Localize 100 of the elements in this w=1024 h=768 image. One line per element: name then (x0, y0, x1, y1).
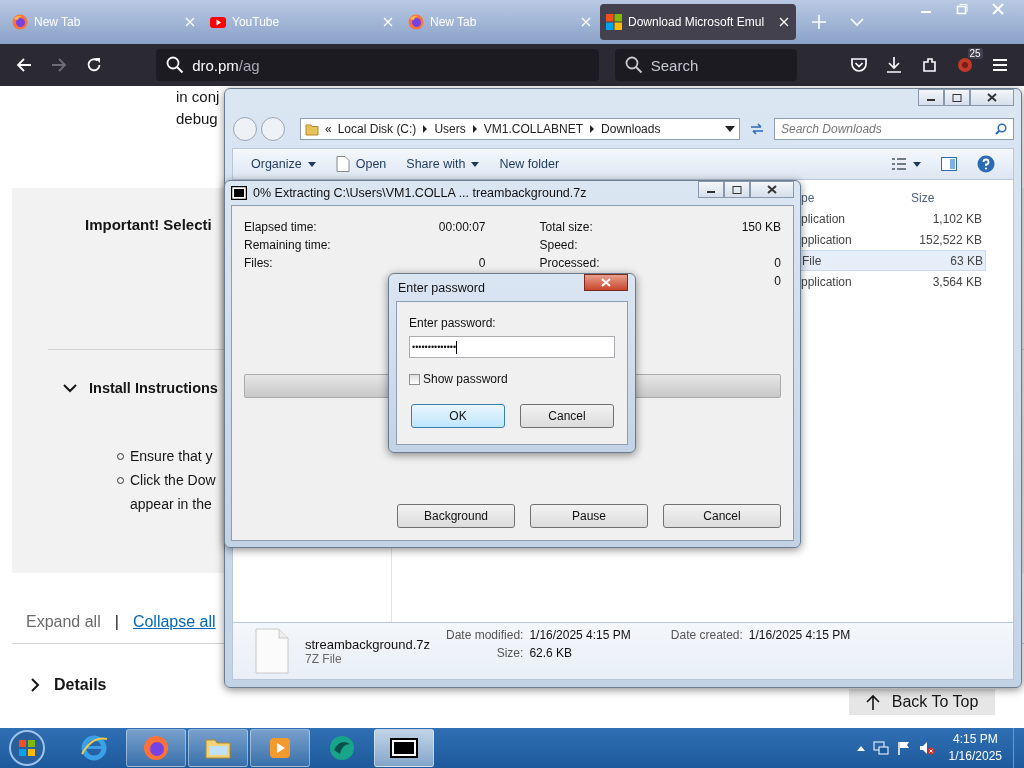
refresh-icon[interactable] (748, 121, 766, 137)
paragraph-text: in conj (176, 88, 220, 105)
dropdown-icon[interactable] (725, 126, 735, 132)
search-field[interactable]: Search Downloads (774, 118, 1014, 140)
list-text: Ensure that y (130, 447, 213, 466)
stat-value: 0 (774, 274, 781, 288)
list-text: Click the Dow (130, 471, 216, 490)
taskbar-button[interactable] (374, 729, 434, 767)
url-text: dro.pm/ag (192, 56, 260, 74)
stat-label: Total size: (539, 220, 593, 234)
file-icon (255, 628, 289, 674)
back-arrow-icon[interactable] (14, 56, 33, 74)
close-button[interactable] (970, 89, 1014, 106)
dialog-button[interactable]: Cancel (663, 504, 781, 528)
browser-e-icon (80, 734, 108, 762)
help-icon[interactable] (977, 155, 995, 173)
pocket-icon[interactable] (849, 56, 868, 74)
search-icon (624, 56, 643, 74)
close-icon[interactable] (778, 16, 790, 28)
breadcrumb-item[interactable]: Downloads (601, 122, 661, 136)
back-to-top-button[interactable]: Back To Top (849, 689, 995, 715)
search-icon (166, 56, 185, 74)
file-type: 7Z File (305, 651, 342, 666)
swirl-logo-icon (328, 734, 356, 762)
list-view-icon (891, 157, 907, 171)
stat-value: 00:00:07 (438, 220, 486, 234)
firefox-icon (12, 14, 28, 30)
collapse-all-link[interactable]: Collapse all (132, 613, 216, 631)
view-options-button[interactable] (891, 157, 921, 171)
dialog-button[interactable]: Background (397, 504, 515, 528)
chevron-up-icon[interactable] (856, 745, 865, 751)
search-icon (995, 123, 1007, 135)
breadcrumb-arrow-icon[interactable] (422, 125, 429, 133)
dropdown-icon (471, 161, 480, 167)
minimize-button[interactable] (698, 181, 724, 198)
dialog-button[interactable]: Cancel (520, 404, 614, 428)
field-value: 1/16/2025 4:15 PM (748, 628, 851, 642)
address-bar[interactable]: « Local Disk (C:) Users VM1.COLLABNET Downloads (300, 118, 740, 140)
window-title: 0% Extracting C:\Users\VM1.COLLA ... treambackground.7z (253, 186, 588, 200)
toolbar-button[interactable]: Share with (406, 157, 480, 171)
dialog-button[interactable]: Pause (530, 504, 648, 528)
stat-label: Elapsed time: (244, 220, 317, 234)
dropdown-icon (307, 161, 316, 167)
paragraph-text: debug (176, 110, 218, 127)
maximize-button[interactable] (724, 181, 750, 198)
search-field[interactable]: Search (614, 49, 798, 81)
chevron-down-icon[interactable] (62, 383, 78, 393)
toolbar-button[interactable]: Organize (251, 157, 316, 171)
field-label: Date modified: (446, 628, 524, 642)
menu-icon[interactable] (991, 56, 1010, 74)
puzzle-icon[interactable] (920, 56, 939, 74)
section-title[interactable]: Install Instructions (89, 380, 218, 396)
address-bar[interactable]: dro.pm/ag (156, 49, 599, 81)
toolbar-button[interactable]: New folder (499, 157, 560, 171)
close-button[interactable] (584, 274, 628, 291)
column-header[interactable]: Size (911, 191, 935, 205)
minimize-button[interactable] (918, 89, 944, 106)
breadcrumb-item[interactable]: Users (434, 122, 466, 136)
stat-label: Files: (244, 256, 273, 270)
chevron-right-icon[interactable] (30, 677, 40, 693)
breadcrumb-item[interactable]: Local Disk (C:) (337, 122, 417, 136)
field-value: 1/16/2025 4:15 PM (529, 628, 631, 642)
stat-value: 0 (478, 256, 486, 270)
field-label: Date created: (670, 628, 743, 642)
stat-value: 0 (774, 256, 781, 270)
flag-icon[interactable] (896, 741, 911, 755)
network-icon[interactable] (872, 741, 889, 755)
separator: | (114, 613, 119, 631)
download-icon[interactable] (885, 56, 904, 74)
breadcrumb-item[interactable]: « (325, 122, 332, 136)
breadcrumb-arrow-icon[interactable] (589, 125, 596, 133)
stat-value: 150 KB (741, 220, 781, 234)
expand-all-link[interactable]: Expand all (26, 613, 101, 631)
folder-icon (305, 122, 319, 136)
firefox-icon (142, 734, 170, 762)
extension-icon[interactable] (955, 56, 974, 74)
firefox-icon (408, 14, 424, 30)
toolbar-button[interactable]: Open (335, 156, 387, 172)
field-label: Enter password: (409, 316, 497, 330)
stat-label: Remaining time: (244, 238, 331, 252)
heading: Important! Selecti (85, 216, 212, 233)
close-button[interactable] (750, 181, 794, 198)
column-header[interactable]: pe (801, 191, 911, 205)
close-icon (767, 185, 777, 194)
preview-pane-icon[interactable] (941, 157, 957, 171)
browser-tab[interactable]: Download Microsoft Emul (600, 4, 796, 40)
clock[interactable]: 4:15 PM 1/16/2025 (948, 731, 1002, 765)
stat-label: Speed: (539, 238, 578, 252)
breadcrumb-arrow-icon[interactable] (471, 125, 478, 133)
maximize-button[interactable] (944, 89, 970, 106)
maximize-icon (732, 185, 742, 194)
forward-arrow-icon[interactable] (50, 56, 69, 74)
speaker-muted-icon[interactable] (918, 741, 935, 755)
breadcrumb-item[interactable]: VM1.COLLABNET (483, 122, 584, 136)
password-field[interactable]: •••••••••••••• (409, 336, 615, 358)
file-name: streambackground.7z (305, 636, 430, 652)
section-title[interactable]: Details (54, 676, 107, 694)
close-icon (601, 278, 611, 287)
stat-label: Processed: (539, 256, 600, 270)
dialog-button[interactable]: OK (411, 404, 505, 428)
